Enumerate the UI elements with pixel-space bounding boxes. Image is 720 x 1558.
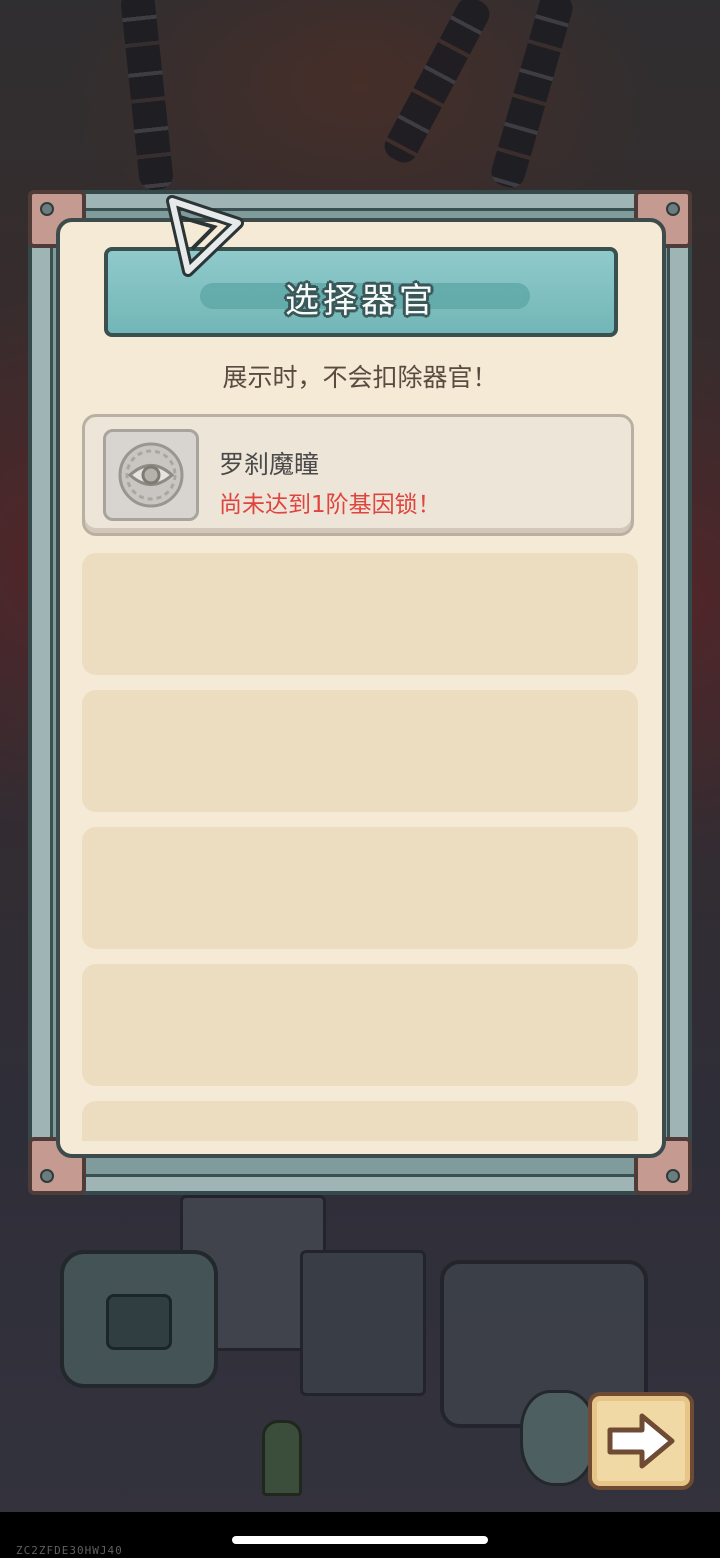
paperclip-icon [166,195,244,277]
empty-organ-slot [82,827,638,949]
next-button[interactable] [588,1392,694,1490]
empty-organ-slot [82,690,638,812]
empty-organ-slot [82,964,638,1086]
organ-icon-frame [103,429,199,521]
empty-organ-slot [82,1101,638,1141]
empty-organ-slot [82,553,638,675]
arrow-right-icon [607,1413,675,1469]
organ-item[interactable]: 罗刹魔瞳 尚未达到1阶基因锁！ [82,414,634,536]
dialog-subtitle: 展示时，不会扣除器官！ [222,363,498,392]
organ-name: 罗刹魔瞳 [219,450,320,479]
organ-lock-status: 尚未达到1阶基因锁！ [219,492,441,518]
eye-icon [118,442,184,508]
device-id-label: ZC2ZFDE30HWJ40 [16,1544,123,1557]
home-indicator[interactable] [232,1536,488,1544]
